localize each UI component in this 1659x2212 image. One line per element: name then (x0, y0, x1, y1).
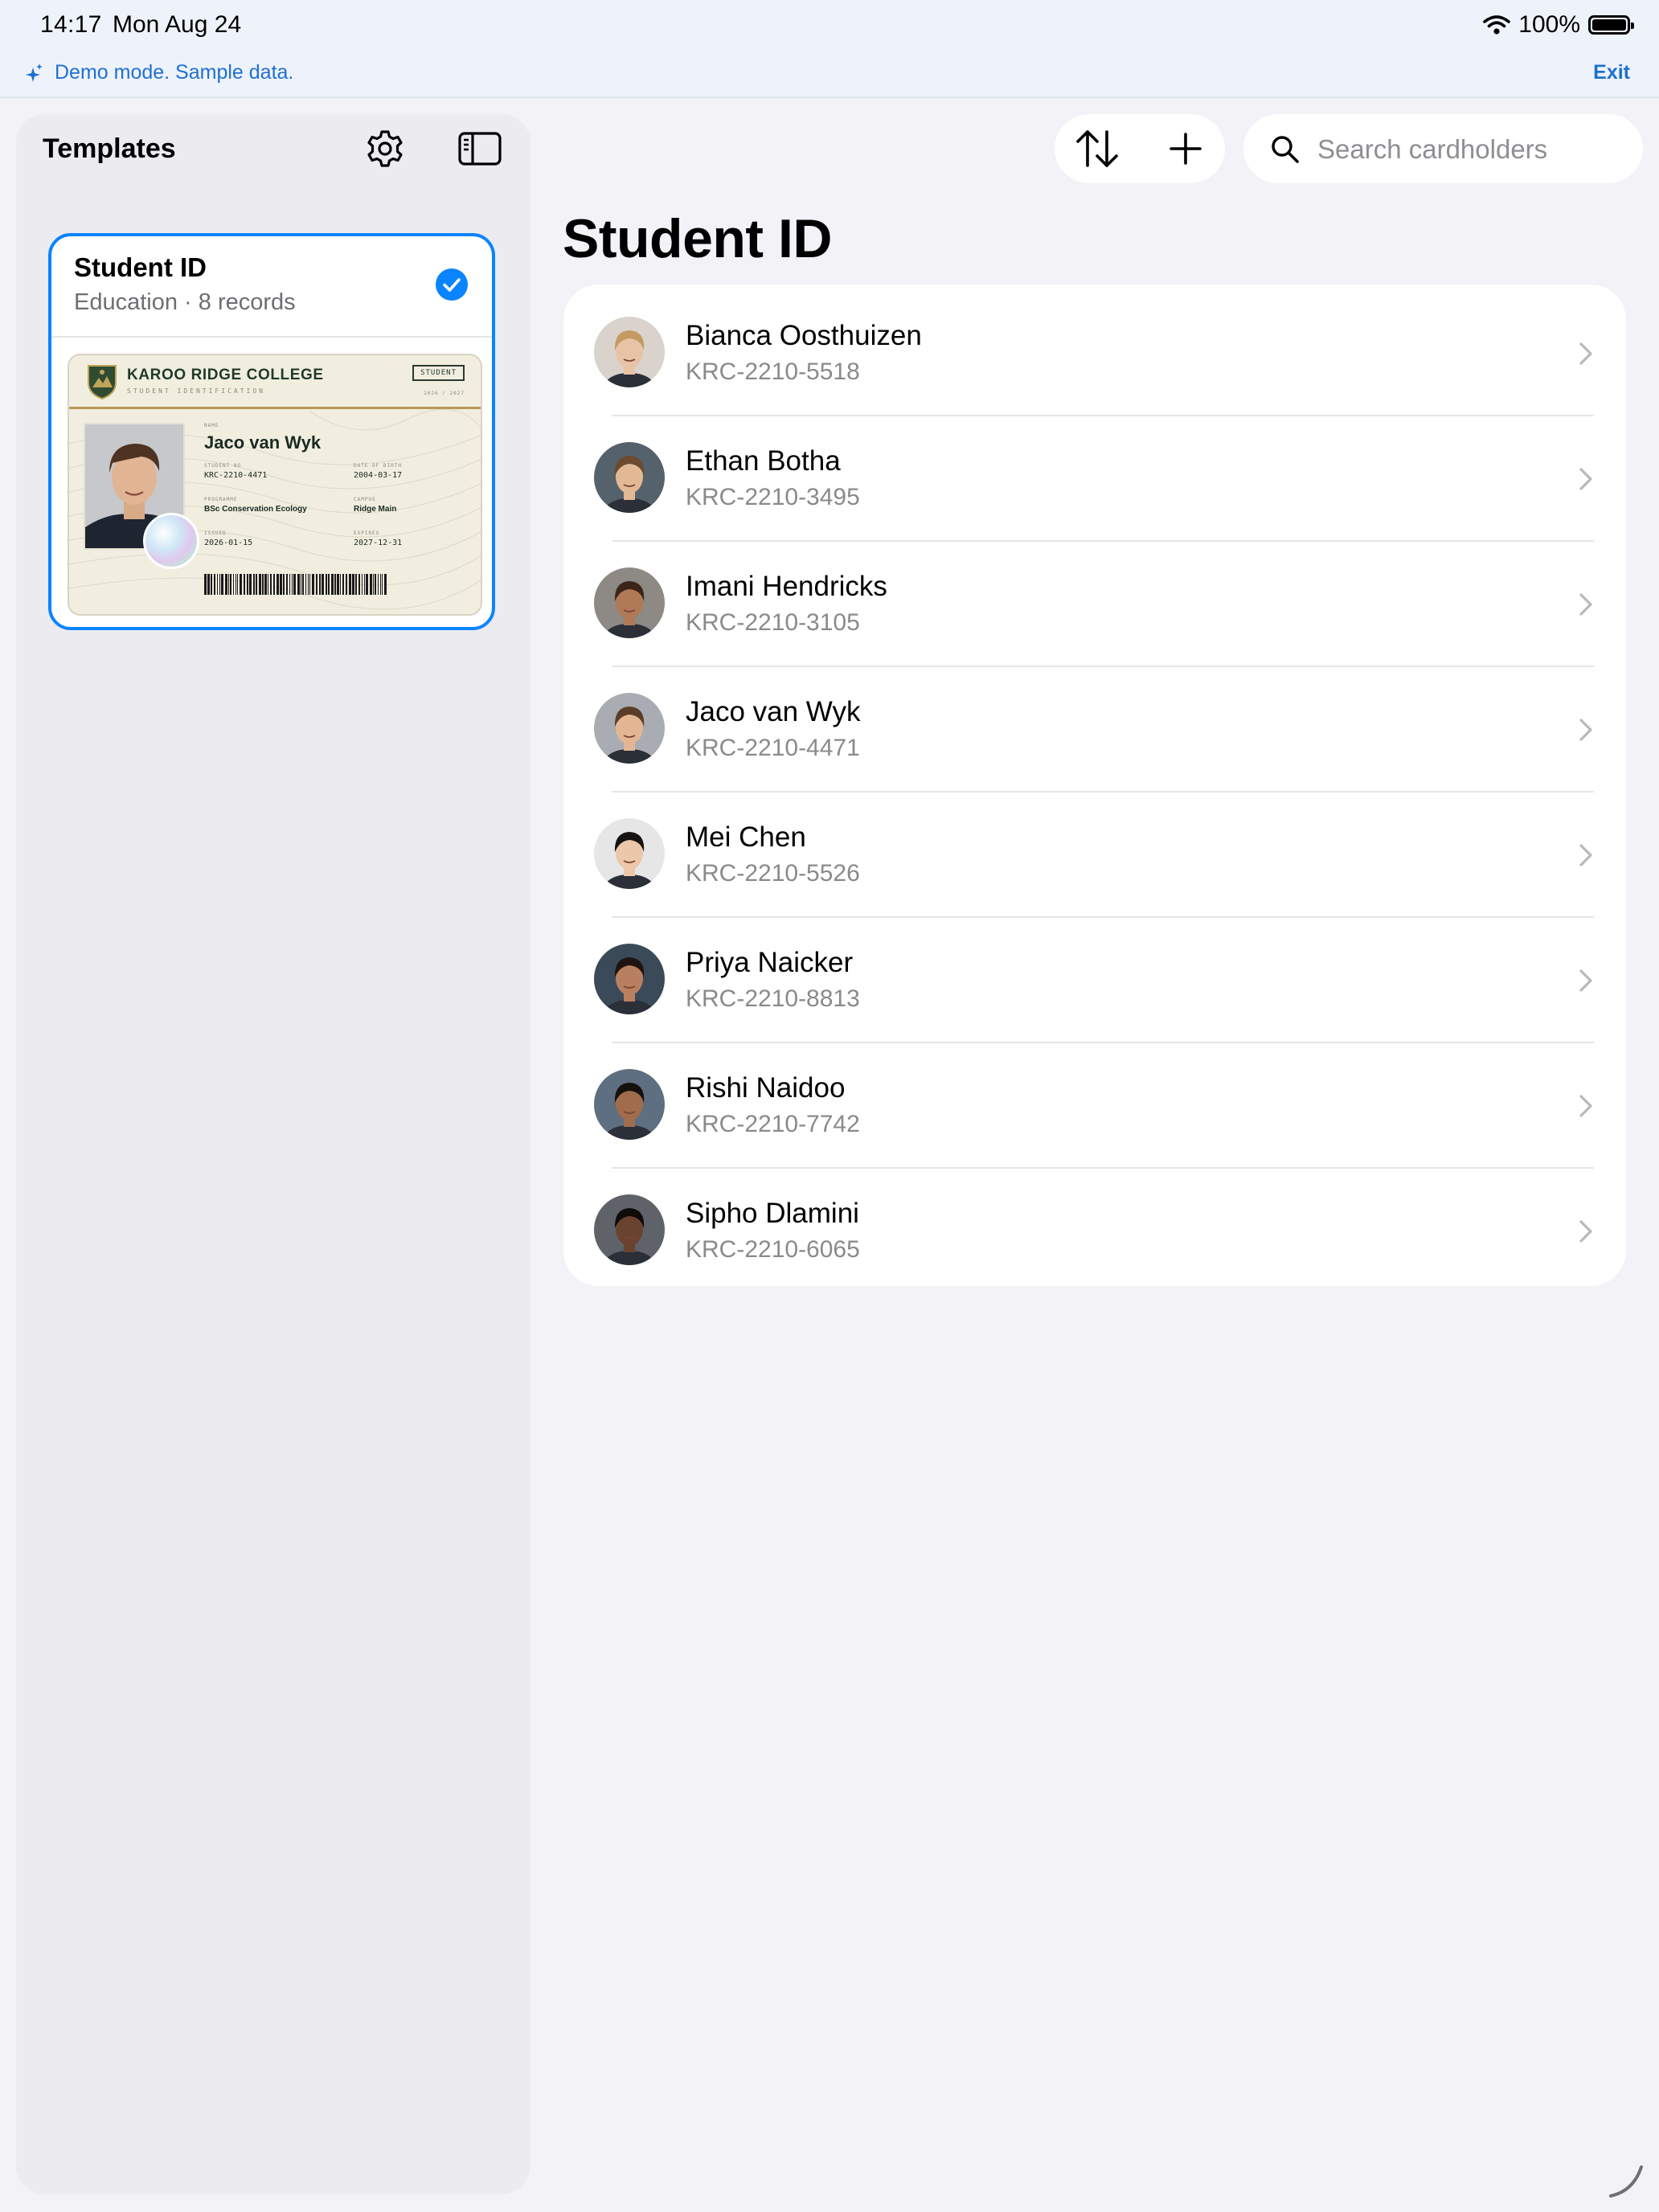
template-name: Student ID (74, 252, 207, 282)
sparkle-icon (26, 63, 43, 82)
battery-percent: 100% (1518, 11, 1580, 38)
card-dob: 2004-03-17 (354, 471, 403, 480)
table-row[interactable]: Imani Hendricks KRC-2210-3105 (563, 542, 1626, 667)
chevron-right-icon (1579, 1095, 1592, 1117)
template-card-student-id[interactable]: Student ID Education · 8 records KAROO R… (48, 233, 495, 630)
cardholder-id: KRC-2210-6065 (686, 1236, 860, 1263)
table-row[interactable]: Bianca Oosthuizen KRC-2210-5518 (563, 291, 1626, 416)
cardholder-id: KRC-2210-3105 (686, 609, 860, 636)
selected-check-icon (436, 268, 468, 301)
wifi-icon (1483, 15, 1511, 35)
card-name-label: NAME (204, 423, 219, 428)
cardholder-name: Ethan Botha (686, 445, 841, 477)
card-student-badge: STUDENT (412, 365, 465, 381)
search-bar (1243, 114, 1643, 183)
sidebar-toggle-icon (458, 132, 502, 166)
avatar (594, 693, 665, 764)
status-indicators: 100% (1483, 11, 1634, 39)
cardholder-id: KRC-2210-3495 (686, 484, 860, 510)
card-campus-label: CAMPUS (354, 497, 376, 502)
cardholder-id: KRC-2210-8813 (686, 985, 860, 1012)
search-input[interactable] (1316, 132, 1632, 167)
toolbar-actions (1055, 114, 1225, 183)
card-college-subtitle: STUDENT IDENTIFICATION (127, 387, 265, 395)
status-bar: 14:17 Mon Aug 24 100% Demo mode. Sample … (0, 0, 1659, 98)
card-programme: BSc Conservation Ecology (204, 505, 307, 514)
card-badge-years: 2026 / 2027 (424, 391, 465, 396)
demo-banner: Demo mode. Sample data. (26, 61, 293, 84)
table-row[interactable]: Mei Chen KRC-2210-5526 (563, 793, 1626, 918)
chevron-right-icon (1579, 719, 1592, 741)
divider (51, 336, 492, 338)
sidebar-title: Templates (43, 133, 176, 164)
search-icon (1272, 136, 1299, 163)
card-programme-label: PROGRAMME (204, 497, 238, 502)
status-time: 14:17 (40, 11, 102, 38)
card-dob-label: DATE OF BIRTH (354, 463, 402, 469)
battery-icon (1588, 15, 1634, 35)
avatar (594, 944, 665, 1014)
avatar (594, 1069, 665, 1140)
avatar (594, 818, 665, 889)
demo-message: Demo mode. Sample data. (55, 61, 294, 84)
cardholder-id: KRC-2210-7742 (686, 1111, 860, 1137)
card-college-name: KAROO RIDGE COLLEGE (127, 367, 324, 383)
cardholder-id: KRC-2210-4471 (686, 735, 860, 761)
template-subtitle: Education · 8 records (74, 289, 296, 315)
card-issued: 2026-01-15 (204, 539, 253, 547)
card-holder-name: Jaco van Wyk (204, 432, 322, 453)
college-crest-logo (88, 365, 117, 400)
cardholder-id: KRC-2210-5518 (686, 358, 860, 385)
cardholder-id: KRC-2210-5526 (686, 860, 860, 887)
gear-icon (367, 130, 403, 167)
table-row[interactable]: Jaco van Wyk KRC-2210-4471 (563, 667, 1626, 793)
plus-icon (1169, 133, 1202, 165)
card-issued-label: ISSUED (204, 530, 227, 536)
sort-arrows-icon (1076, 130, 1118, 167)
templates-sidebar: Templates Student ID Education · 8 recor… (16, 114, 530, 2194)
avatar (594, 1194, 665, 1265)
card-studentno-label: STUDENT NO (204, 463, 242, 469)
cardholder-name: Imani Hendricks (686, 571, 887, 602)
table-row[interactable]: Ethan Botha KRC-2210-3495 (563, 416, 1626, 542)
avatar (594, 317, 665, 387)
chevron-right-icon (1579, 342, 1592, 365)
page-title: Student ID (563, 208, 832, 269)
table-row[interactable]: Priya Naicker KRC-2210-8813 (563, 918, 1626, 1043)
cardholder-name: Rishi Naidoo (686, 1072, 846, 1104)
table-row[interactable]: Rishi Naidoo KRC-2210-7742 (563, 1043, 1626, 1169)
card-expires-label: EXPIRES (354, 530, 380, 536)
add-cardholder-button[interactable] (1169, 132, 1202, 168)
card-hologram (143, 513, 199, 569)
id-card-preview: KAROO RIDGE COLLEGE STUDENT IDENTIFICATI… (68, 354, 482, 616)
card-student-number: KRC-2210-4471 (204, 471, 268, 480)
chevron-right-icon (1579, 593, 1592, 616)
card-divider-line (69, 407, 481, 409)
card-barcode (204, 574, 387, 595)
status-date: Mon Aug 24 (113, 11, 242, 38)
chevron-right-icon (1579, 468, 1592, 490)
card-expires: 2027-12-31 (354, 539, 403, 547)
exit-demo-button[interactable]: Exit (1593, 61, 1630, 84)
avatar (594, 567, 665, 638)
cardholder-name: Sipho Dlamini (686, 1198, 859, 1229)
sort-button[interactable] (1074, 129, 1120, 171)
avatar (594, 442, 665, 513)
chevron-right-icon (1579, 969, 1592, 992)
cardholder-name: Mei Chen (686, 821, 806, 853)
cardholder-name: Bianca Oosthuizen (686, 320, 922, 351)
chevron-right-icon (1579, 844, 1592, 866)
cardholder-name: Jaco van Wyk (686, 696, 861, 727)
chevron-right-icon (1579, 1220, 1592, 1243)
toggle-sidebar-button[interactable] (458, 132, 502, 168)
resize-handle-icon[interactable] (1606, 2159, 1646, 2199)
cardholder-name: Priya Naicker (686, 947, 854, 978)
settings-button[interactable] (365, 129, 405, 171)
card-campus: Ridge Main (354, 505, 397, 514)
cardholder-list: Bianca Oosthuizen KRC-2210-5518 Ethan Both… (563, 285, 1626, 1286)
table-row[interactable]: Sipho Dlamini KRC-2210-6065 (563, 1169, 1626, 1286)
